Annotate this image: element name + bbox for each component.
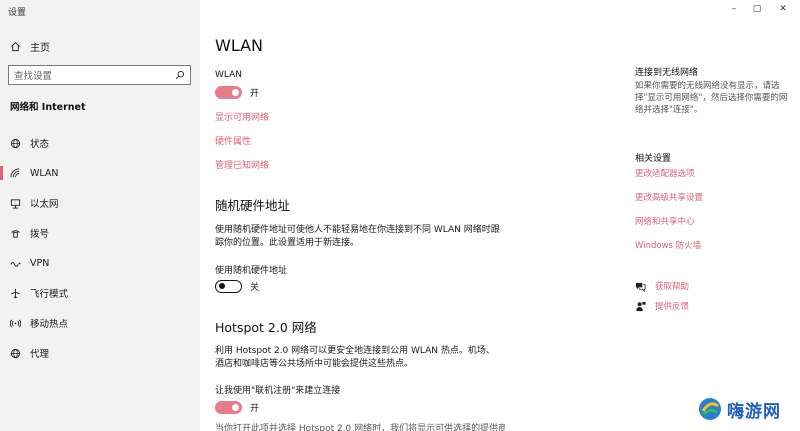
hotspot-toggle-row: 开 (215, 401, 259, 414)
hotspot-description: 利用 Hotspot 2.0 网络可以更安全地连接到公用 WLAN 热点。机场、… (215, 346, 495, 369)
sidebar-item-proxy[interactable]: 代理 (0, 338, 200, 368)
wlan-toggle-row: 开 (215, 86, 259, 99)
search-placeholder: 查找设置 (14, 71, 53, 82)
sidebar-item-label: VPN (30, 257, 50, 269)
page-title: WLAN (215, 36, 264, 55)
hotspot-heading: Hotspot 2.0 网络 (215, 320, 317, 335)
watermark-text: 嗨游网 (727, 401, 781, 422)
get-help-link[interactable]: 获取帮助 (635, 280, 689, 292)
sidebar-item-hotspot[interactable]: 移动热点 (0, 308, 200, 338)
random-hw-toggle-row: 关 (215, 280, 259, 293)
person-feedback-icon (636, 301, 646, 311)
globe-proxy-icon (10, 348, 21, 358)
sidebar-item-label: 以太网 (30, 199, 59, 210)
random-hw-toggle[interactable] (215, 280, 242, 293)
airplane-icon (11, 288, 20, 298)
advanced-sharing-link[interactable]: 更改高级共享设置 (635, 191, 703, 203)
dialup-icon (11, 229, 20, 238)
hotspot-icon (10, 319, 21, 327)
home-icon (11, 41, 20, 51)
sidebar-item-wlan[interactable]: WLAN (0, 158, 200, 188)
wlan-toggle-state: 开 (250, 89, 260, 99)
windows-firewall-link[interactable]: Windows 防火墙 (635, 239, 701, 251)
hotspot-toggle-label: 让我使用"联机注册"来建立连接 (215, 386, 341, 396)
sidebar-item-ethernet[interactable]: 以太网 (0, 188, 200, 218)
manage-known-networks-link[interactable]: 管理已知网络 (215, 158, 269, 171)
random-hw-toggle-label: 使用随机硬件地址 (215, 266, 288, 276)
home-nav[interactable]: 主页 (10, 38, 50, 54)
ethernet-icon (10, 198, 21, 209)
close-button[interactable]: ✕ (776, 4, 790, 14)
hardware-properties-link[interactable]: 硬件属性 (215, 134, 251, 147)
get-help-label: 获取帮助 (655, 282, 690, 292)
hotspot-toggle-state: 开 (250, 404, 260, 414)
watermark-logo-icon (699, 398, 721, 420)
sidebar-item-status[interactable]: 状态 (0, 128, 200, 158)
related-settings-heading: 相关设置 (635, 154, 672, 164)
network-sharing-center-link[interactable]: 网络和共享中心 (635, 215, 695, 227)
home-label: 主页 (30, 42, 50, 54)
section-title: 网络和 Internet (10, 102, 86, 113)
sidebar-item-label: 代理 (30, 349, 50, 360)
app-title: 设置 (8, 8, 27, 18)
wlan-toggle[interactable] (215, 86, 242, 99)
give-feedback-label: 提供反馈 (655, 302, 690, 312)
sidebar-item-vpn[interactable]: VPN (0, 248, 200, 278)
hotspot-toggle[interactable] (215, 401, 242, 414)
sidebar-item-label: 状态 (30, 139, 50, 150)
sidebar-item-label: 移动热点 (30, 319, 69, 330)
sidebar-item-airplane[interactable]: 飞行模式 (0, 278, 200, 308)
minimize-button[interactable]: – (727, 4, 741, 14)
sidebar-nav: 状态 WLAN 以太网 拨号 VPN 飞行模式 移动热点 代理 (0, 128, 200, 368)
hotspot-more-text: 当你打开此项并选择 Hotspot 2.0 网络时，我们将显示可供选择的提供商 (215, 424, 505, 431)
sidebar-item-label: 拨号 (30, 229, 50, 240)
random-hw-heading: 随机硬件地址 (215, 198, 291, 213)
globe-status-icon (10, 138, 21, 148)
sidebar: 设置 主页 查找设置 网络和 Internet 状态 WLAN 以太网 拨号 V… (0, 0, 200, 431)
watermark: 嗨游网 (697, 396, 781, 422)
sidebar-item-dialup[interactable]: 拨号 (0, 218, 200, 248)
chat-help-icon (635, 282, 646, 292)
adapter-options-link[interactable]: 更改适配器选项 (635, 167, 695, 179)
vpn-icon (10, 261, 21, 267)
sidebar-item-label: WLAN (30, 167, 59, 179)
wifi-icon (10, 167, 20, 177)
connect-description: 如果你需要的无线网络没有显示，请选择"显示可用网络"，然后选择你需要的网络并选择… (635, 81, 788, 115)
show-available-networks-link[interactable]: 显示可用网络 (215, 110, 269, 123)
connect-heading: 连接到无线网络 (635, 68, 699, 78)
maximize-button[interactable]: ▢ (750, 4, 764, 14)
search-icon (175, 71, 184, 80)
wlan-label: WLAN (215, 70, 243, 80)
random-hw-description: 使用随机硬件地址可使他人不能轻易地在你连接到不同 WLAN 网络时跟踪你的位置。… (215, 225, 500, 248)
search-input[interactable]: 查找设置 (8, 65, 191, 85)
sidebar-item-label: 飞行模式 (30, 289, 69, 300)
random-hw-toggle-state: 关 (250, 283, 260, 293)
give-feedback-link[interactable]: 提供反馈 (635, 300, 689, 312)
